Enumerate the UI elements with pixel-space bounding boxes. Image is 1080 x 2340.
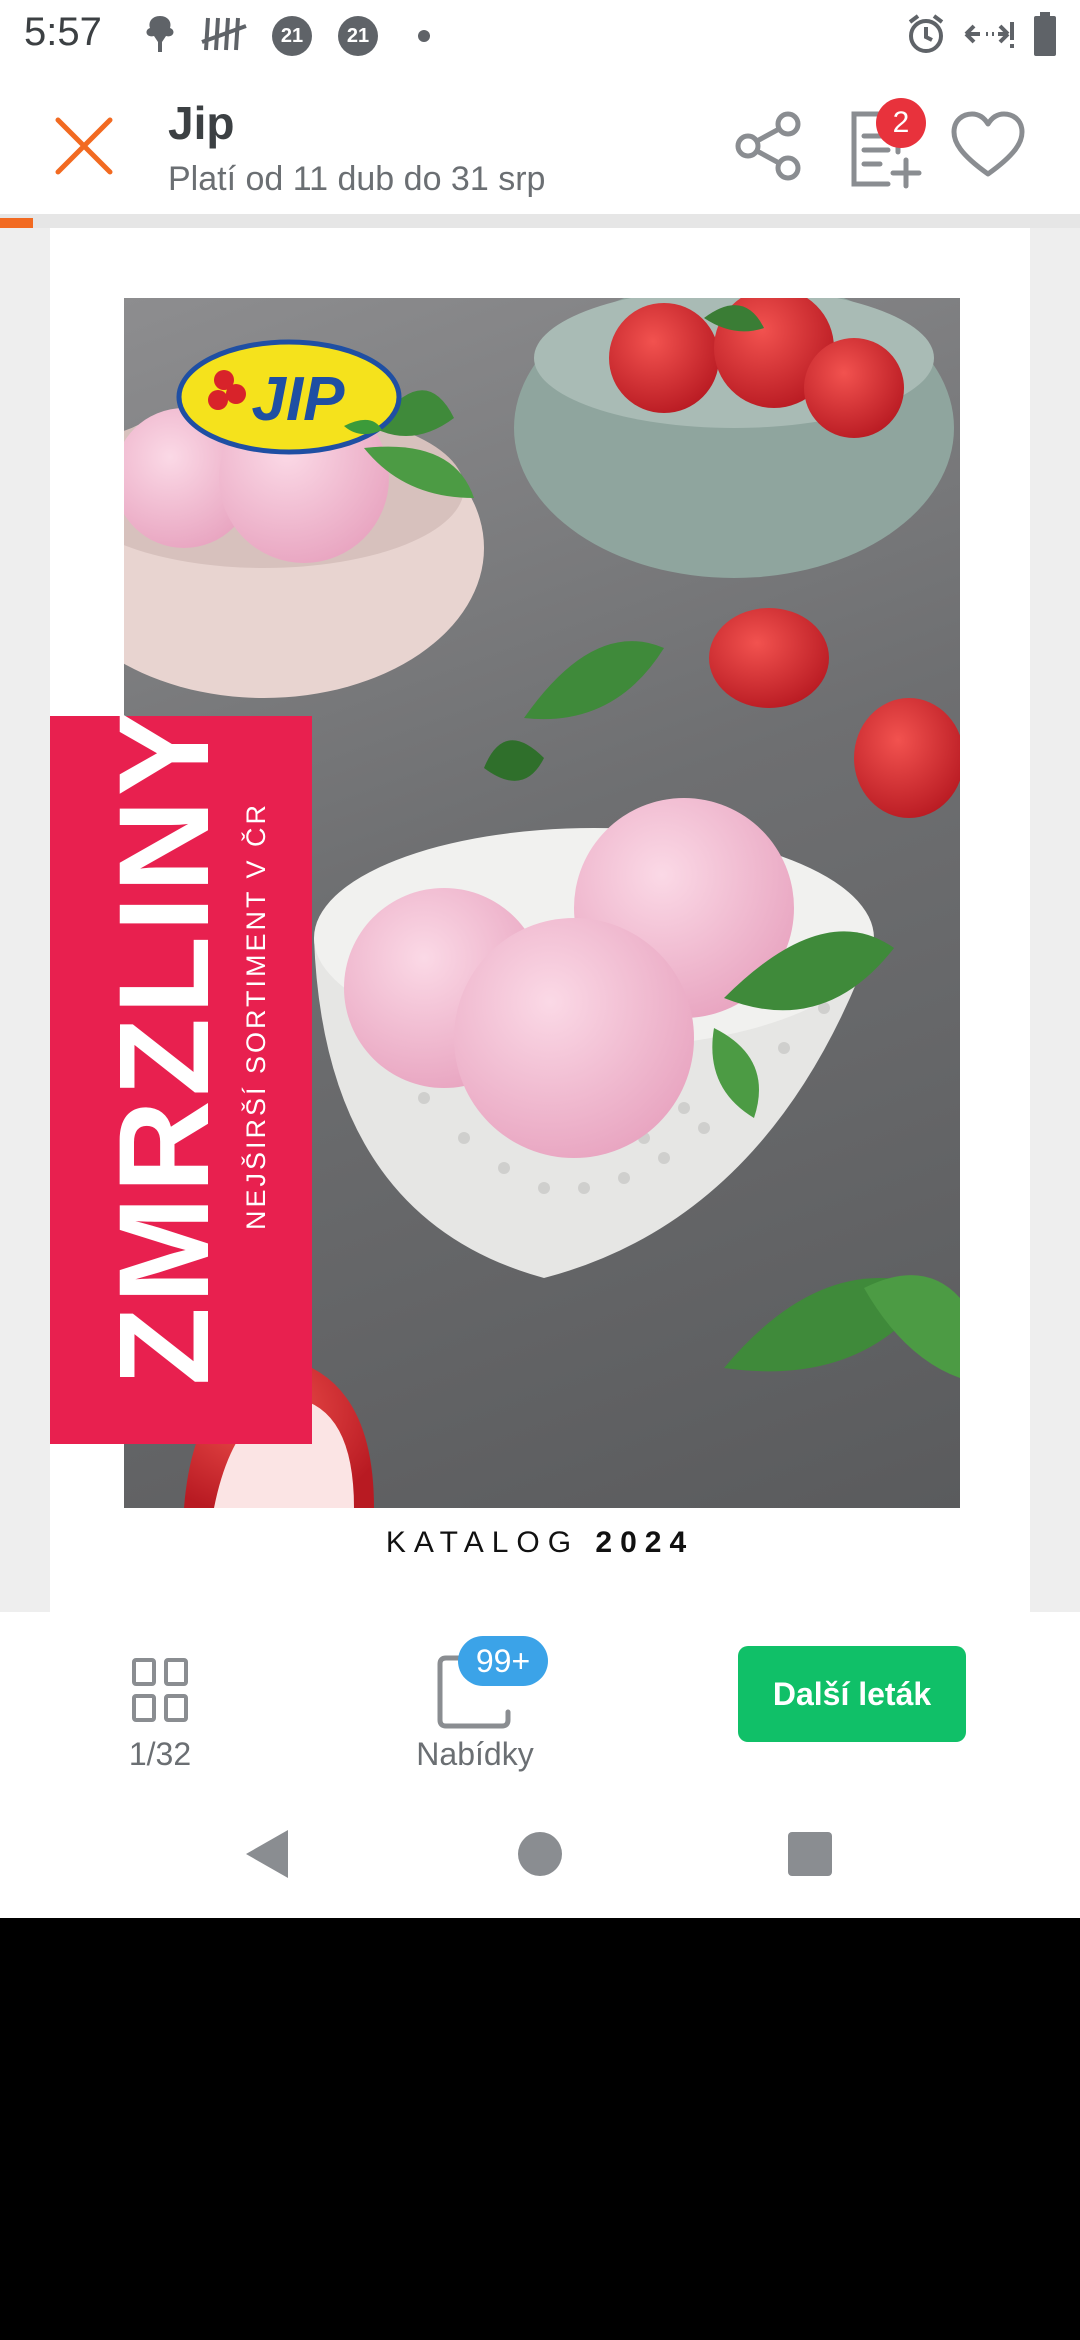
alarm-icon [908,14,944,53]
offers-button[interactable]: 99+ Nabídky [400,1636,600,1776]
jip-logo: JIP [176,339,402,455]
more-dot-icon [418,30,430,42]
share-icon[interactable] [730,106,810,186]
notification-icon [146,16,174,52]
banner-subtitle: NEJŠIRŠÍ SORTIMENT V ČR [241,801,271,1231]
app-notification-badge: 21 [272,16,312,56]
back-icon[interactable] [238,1824,298,1884]
data-transfer-icon [964,22,1014,48]
battery-icon [1034,12,1056,56]
jip-logo-text: JIP [251,365,345,434]
banner-title: ZMRZLINY [93,706,236,1386]
validity-subtitle: Platí od 11 dub do 31 srp [168,160,546,198]
tally-icon [201,17,247,51]
next-leaflet-button[interactable]: Další leták [738,1646,966,1742]
catalog-word: KATALOG [385,1526,580,1559]
leaflet-title: Jip [168,97,235,149]
app-notification-badge: 21 [338,16,378,56]
pages-button[interactable]: 1/32 [90,1636,230,1776]
system-navigation-bar [0,1790,1080,1918]
leaflet-viewer[interactable]: JIP KATALOG 2024 ZMRZLINY NEJŠIRŠÍ SORTI… [0,228,1080,1612]
recents-icon[interactable] [780,1824,840,1884]
page-counter: 1/32 [128,1736,192,1772]
page-progress-fill [0,218,34,228]
catalog-label: KATALOG 2024 [50,1526,1030,1560]
shopping-list-count-badge: 2 [876,98,926,148]
heart-icon[interactable] [950,108,1026,184]
status-time: 5:57 [24,10,102,54]
app-screen: 5:57 21 21 Jip Platí od 11 dub do 31 srp… [0,0,1080,1918]
grid-icon [132,1658,188,1722]
close-icon[interactable] [48,110,120,182]
category-banner: ZMRZLINY NEJŠIRŠÍ SORTIMENT V ČR [50,707,312,1444]
app-header: Jip Platí od 11 dub do 31 srp 2 [0,74,1080,214]
offers-count-badge: 99+ [458,1636,548,1686]
bottom-action-bar: 1/32 99+ Nabídky Další leták [0,1612,1080,1790]
status-bar: 5:57 21 21 [0,0,1080,74]
catalog-year: 2024 [595,1526,695,1559]
home-icon[interactable] [510,1824,570,1884]
offers-label: Nabídky [416,1736,534,1772]
page-progress-track [0,214,1080,228]
